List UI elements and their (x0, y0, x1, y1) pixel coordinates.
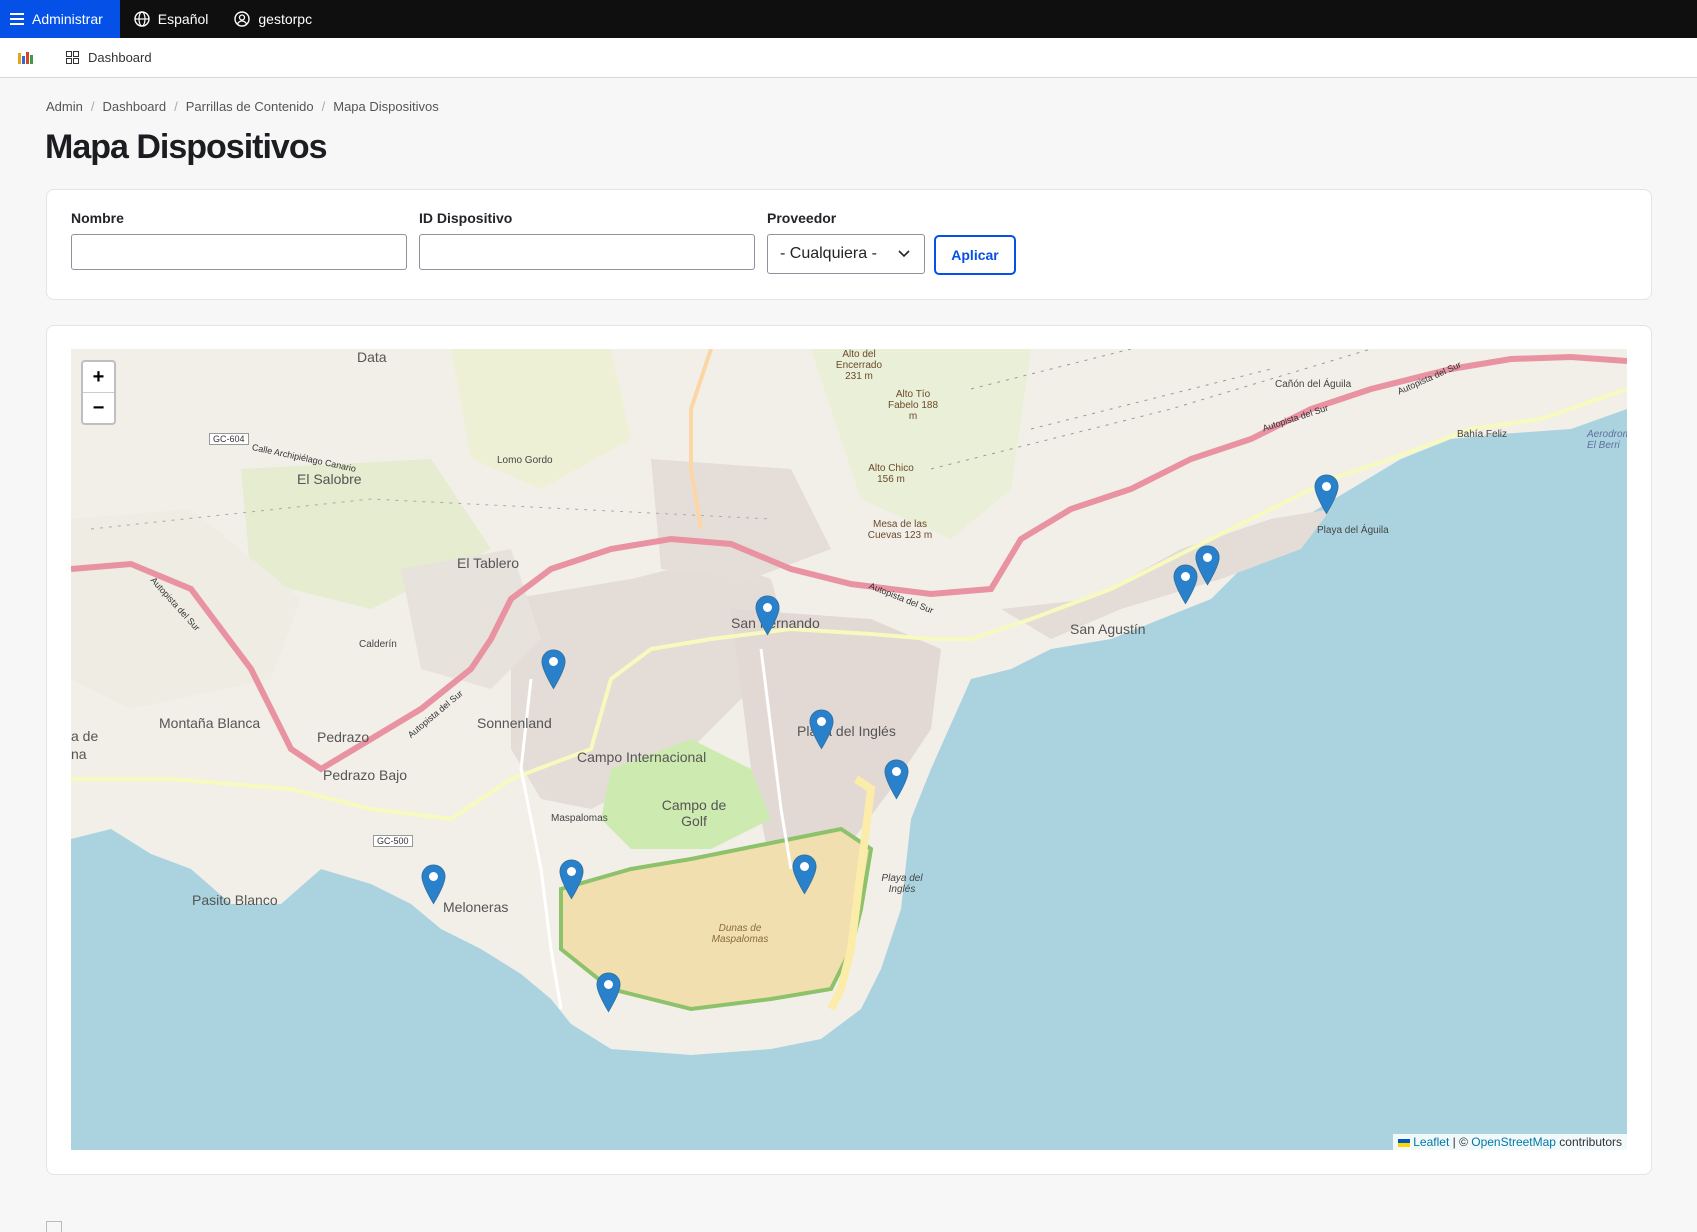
device-marker-icon[interactable] (809, 709, 834, 750)
secondary-toolbar: Dashboard (0, 38, 1697, 78)
broken-image-icon (46, 1221, 62, 1232)
map-label: Bahía Feliz (1457, 429, 1508, 440)
name-filter: Nombre (71, 210, 407, 270)
globe-icon (134, 11, 150, 27)
language-label: Español (157, 11, 209, 27)
map-label: Campo de Golf (661, 797, 727, 829)
device-marker-icon[interactable] (541, 649, 566, 690)
user-menu[interactable]: gestorpc (234, 11, 312, 27)
map-label: Sonnenland (477, 715, 552, 731)
device-marker-icon[interactable] (1314, 474, 1339, 515)
zoom-out-button[interactable]: − (83, 393, 114, 423)
provider-filter: Proveedor - Cualquiera - (767, 210, 925, 274)
page-title: Mapa Dispositivos (45, 128, 328, 166)
device-marker-icon[interactable] (755, 595, 780, 636)
device-id-input[interactable] (419, 234, 755, 270)
language-switcher[interactable]: Español (134, 11, 209, 27)
provider-label: Proveedor (767, 210, 837, 226)
zoom-control: + − (81, 360, 116, 425)
grid-icon (66, 51, 79, 64)
device-marker-icon[interactable] (884, 759, 909, 800)
map-label: GC-604 (209, 433, 249, 445)
breadcrumb-content-grids[interactable]: Parrillas de Contenido (186, 99, 314, 114)
map-label: Meloneras (443, 899, 509, 915)
map-card: + − Data El Salobre El Tablero San Ferna… (46, 325, 1652, 1175)
breadcrumb: Admin / Dashboard / Parrillas de Conteni… (46, 99, 439, 114)
leaflet-link[interactable]: Leaflet (1413, 1135, 1449, 1149)
breadcrumb-admin[interactable]: Admin (46, 99, 83, 114)
administer-menu-button[interactable]: Administrar (0, 0, 120, 38)
name-input[interactable] (71, 234, 407, 270)
map-tiles (71, 349, 1627, 1150)
map-label: GC-500 (373, 835, 413, 847)
apply-button[interactable]: Aplicar (934, 235, 1016, 275)
map-label: Alto Chico 156 m (868, 463, 914, 485)
device-marker-icon[interactable] (1195, 545, 1220, 586)
map-label: Playa del Águila (1317, 525, 1389, 536)
provider-selected-value: - Cualquiera - (780, 245, 877, 262)
breadcrumb-current: Mapa Dispositivos (333, 99, 439, 114)
map-label: Mesa de las Cuevas 123 m (867, 519, 933, 541)
chevron-down-icon (898, 250, 910, 258)
map-label: Pedrazo Bajo (323, 767, 408, 783)
map-label: Pasito Blanco (192, 892, 278, 908)
device-id-filter: ID Dispositivo (419, 210, 755, 270)
hamburger-icon (10, 13, 24, 25)
device-marker-icon[interactable] (559, 859, 584, 900)
dashboard-label: Dashboard (88, 50, 152, 65)
map-label: San Agustín (1070, 621, 1146, 637)
map-label: Maspalomas (551, 813, 608, 824)
device-marker-icon[interactable] (421, 864, 446, 905)
map-label: Lomo Gordo (497, 455, 553, 466)
map-label: Playa del Inglés (881, 873, 923, 895)
device-map[interactable]: + − Data El Salobre El Tablero San Ferna… (71, 349, 1627, 1150)
provider-select[interactable]: - Cualquiera - (767, 234, 925, 274)
map-label: Aerodrom El Berri (1587, 429, 1627, 451)
map-label: Pedrazo (317, 729, 370, 745)
map-label: Montaña Blanca (159, 715, 261, 731)
map-label: Cañón del Águila (1275, 379, 1352, 390)
device-id-label: ID Dispositivo (419, 210, 513, 226)
map-label: Calderín (359, 639, 397, 650)
openstreetmap-link[interactable]: OpenStreetMap (1471, 1135, 1556, 1149)
breadcrumb-dashboard[interactable]: Dashboard (102, 99, 166, 114)
map-label: Alto del Encerrado 231 m (835, 349, 883, 382)
map-label: a de na (71, 728, 99, 762)
filter-form: Nombre ID Dispositivo Proveedor - Cualqu… (46, 189, 1652, 300)
device-marker-icon[interactable] (792, 854, 817, 895)
map-label: Alto Tío Fabelo 188 m (887, 389, 939, 422)
administer-label: Administrar (32, 11, 103, 27)
map-label: Campo Internacional (577, 749, 707, 765)
top-toolbar: Administrar Español gestorpc (0, 0, 1697, 38)
ukraine-flag-icon (1398, 1138, 1411, 1147)
map-attribution: Leaflet | © OpenStreetMap contributors (1393, 1134, 1627, 1150)
user-label: gestorpc (258, 11, 313, 27)
map-label: Data (357, 349, 387, 365)
map-label: Dunas de Maspalomas (711, 923, 769, 945)
device-marker-icon[interactable] (596, 972, 621, 1013)
map-label: El Tablero (457, 555, 520, 571)
zoom-in-button[interactable]: + (83, 362, 114, 393)
site-logo-icon[interactable] (17, 50, 35, 66)
user-icon (234, 11, 251, 27)
name-label: Nombre (71, 210, 124, 226)
dashboard-link[interactable]: Dashboard (66, 50, 152, 65)
